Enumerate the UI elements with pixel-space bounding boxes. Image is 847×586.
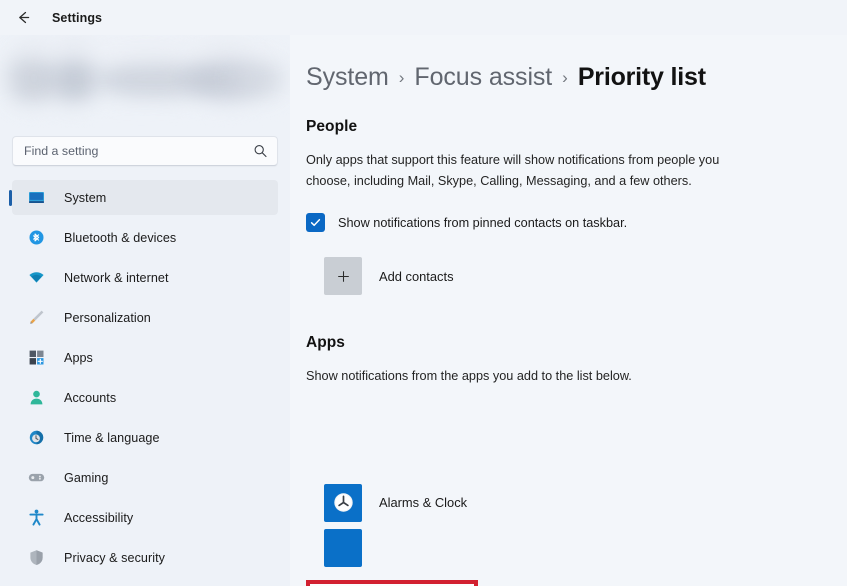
sidebar-item-bluetooth-devices[interactable]: Bluetooth & devices bbox=[12, 220, 278, 255]
app-list-item-alarms-clock[interactable]: Alarms & Clock bbox=[324, 477, 467, 529]
add-contacts-button[interactable]: Add contacts bbox=[324, 250, 817, 302]
checkbox-checked-icon[interactable] bbox=[306, 213, 325, 232]
content-pane: System › Focus assist › Priority list Pe… bbox=[290, 35, 847, 586]
settings-window: Settings bbox=[0, 0, 847, 586]
sidebar-item-label: Network & internet bbox=[64, 271, 169, 285]
sidebar-item-time-language[interactable]: Time & language bbox=[12, 420, 278, 455]
people-description: Only apps that support this feature will… bbox=[306, 150, 758, 191]
account-blurred-region bbox=[0, 35, 290, 128]
sidebar-item-label: Privacy & security bbox=[64, 551, 165, 565]
breadcrumb-separator: › bbox=[562, 68, 568, 88]
sidebar-item-accessibility[interactable]: Accessibility bbox=[12, 500, 278, 535]
sidebar-item-gaming[interactable]: Gaming bbox=[12, 460, 278, 495]
search-container bbox=[0, 128, 290, 166]
bluetooth-icon bbox=[26, 228, 46, 248]
sidebar-item-personalization[interactable]: Personalization bbox=[12, 300, 278, 335]
sidebar-item-label: Accounts bbox=[64, 391, 116, 405]
people-section: People Only apps that support this featu… bbox=[306, 118, 817, 302]
app-title: Settings bbox=[52, 11, 102, 25]
alarm-clock-icon bbox=[324, 484, 362, 522]
sidebar-item-label: Personalization bbox=[64, 311, 151, 325]
people-heading: People bbox=[306, 118, 817, 136]
window-body: System Bluetooth & devices bbox=[0, 35, 847, 586]
add-contacts-label: Add contacts bbox=[379, 269, 454, 284]
pinned-contacts-checkbox-row[interactable]: Show notifications from pinned contacts … bbox=[306, 213, 817, 232]
checkbox-label: Show notifications from pinned contacts … bbox=[338, 216, 627, 230]
sidebar-item-label: System bbox=[64, 191, 106, 205]
sidebar-item-apps[interactable]: Apps bbox=[12, 340, 278, 375]
paintbrush-icon bbox=[26, 308, 46, 328]
sidebar: System Bluetooth & devices bbox=[0, 35, 290, 586]
breadcrumb-link-focus-assist[interactable]: Focus assist bbox=[414, 63, 552, 92]
search-box[interactable] bbox=[12, 136, 278, 166]
apps-section: Apps Show notifications from the apps yo… bbox=[306, 334, 817, 537]
breadcrumb: System › Focus assist › Priority list bbox=[306, 63, 817, 92]
wifi-icon bbox=[26, 268, 46, 288]
sidebar-item-privacy-security[interactable]: Privacy & security bbox=[12, 540, 278, 575]
sidebar-item-label: Bluetooth & devices bbox=[64, 231, 176, 245]
sidebar-item-network-internet[interactable]: Network & internet bbox=[12, 260, 278, 295]
annotation-highlight-box: Add an app bbox=[306, 580, 478, 586]
person-icon bbox=[26, 388, 46, 408]
sidebar-item-label: Time & language bbox=[64, 431, 160, 445]
accessibility-icon bbox=[26, 508, 46, 528]
app-list-item-partial[interactable] bbox=[324, 529, 362, 567]
app-list-item-label: Alarms & Clock bbox=[379, 495, 467, 510]
gamepad-icon bbox=[26, 468, 46, 488]
apps-grid-icon bbox=[26, 348, 46, 368]
title-bar: Settings bbox=[0, 0, 847, 35]
plus-icon bbox=[324, 257, 362, 295]
monitor-icon bbox=[26, 188, 46, 208]
shield-icon bbox=[26, 548, 46, 568]
sidebar-item-accounts[interactable]: Accounts bbox=[12, 380, 278, 415]
sidebar-item-label: Accessibility bbox=[64, 511, 133, 525]
apps-list: Add an app Alarms & Clock bbox=[306, 397, 817, 537]
sidebar-nav: System Bluetooth & devices bbox=[0, 180, 290, 586]
apps-description: Show notifications from the apps you add… bbox=[306, 366, 758, 387]
sidebar-item-system[interactable]: System bbox=[12, 180, 278, 215]
page-title: Priority list bbox=[578, 63, 706, 92]
back-arrow-icon[interactable] bbox=[10, 5, 36, 31]
breadcrumb-separator: › bbox=[399, 68, 405, 88]
clock-globe-icon bbox=[26, 428, 46, 448]
sidebar-item-label: Gaming bbox=[64, 471, 108, 485]
search-input[interactable] bbox=[13, 137, 277, 165]
sidebar-item-label: Apps bbox=[64, 351, 93, 365]
breadcrumb-link-system[interactable]: System bbox=[306, 63, 389, 92]
apps-heading: Apps bbox=[306, 334, 817, 352]
